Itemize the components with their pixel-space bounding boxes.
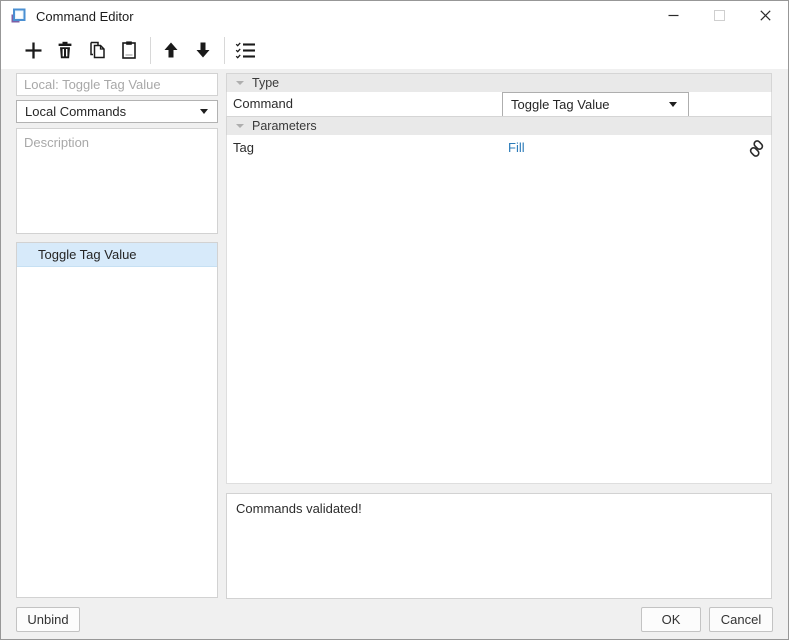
move-down-button[interactable] (190, 37, 216, 64)
paste-icon (119, 40, 139, 60)
move-up-button[interactable] (158, 37, 184, 64)
toolbar-separator (224, 37, 225, 64)
checklist-icon (235, 41, 256, 60)
arrow-up-icon (162, 41, 180, 59)
trash-icon (55, 40, 75, 60)
binding-path-field[interactable] (16, 73, 218, 96)
parameters-section-label: Parameters (252, 119, 317, 133)
command-type-dropdown[interactable]: Toggle Tag Value (502, 92, 689, 117)
list-item[interactable]: Toggle Tag Value (17, 243, 217, 267)
command-list: Toggle Tag Value (16, 242, 218, 598)
paste-command-button[interactable] (116, 37, 142, 64)
delete-command-button[interactable] (52, 37, 78, 64)
titlebar: Command Editor (1, 1, 788, 31)
tag-parameter-label: Tag (233, 140, 254, 155)
description-input[interactable] (16, 128, 218, 234)
command-source-value: Local Commands (25, 104, 126, 119)
validation-message-box: Commands validated! (226, 493, 772, 599)
collapse-triangle-icon (236, 124, 244, 128)
type-section-header[interactable]: Type (226, 73, 772, 93)
validation-message: Commands validated! (236, 501, 362, 516)
app-logo-icon (9, 7, 27, 25)
collapse-triangle-icon (236, 81, 244, 85)
copy-icon (87, 40, 107, 60)
plus-icon (23, 40, 44, 61)
chain-link-icon (747, 139, 766, 158)
tag-bind-button[interactable] (745, 137, 767, 159)
maximize-icon (714, 10, 725, 21)
add-command-button[interactable] (20, 37, 46, 64)
type-section-label: Type (252, 76, 279, 90)
arrow-down-icon (194, 41, 212, 59)
maximize-button (696, 1, 742, 30)
minimize-button[interactable] (650, 1, 696, 30)
chevron-down-icon (200, 109, 208, 114)
command-row: Command (226, 92, 772, 117)
toolbar (1, 31, 788, 69)
parameters-section-header[interactable]: Parameters (226, 116, 772, 136)
minimize-icon (668, 10, 679, 21)
window-title: Command Editor (36, 9, 134, 24)
command-type-value: Toggle Tag Value (511, 97, 610, 112)
close-icon (760, 10, 771, 21)
tag-parameter-value-link[interactable]: Fill (508, 140, 525, 155)
command-source-dropdown[interactable]: Local Commands (16, 100, 218, 123)
command-row-label: Command (233, 96, 293, 111)
command-editor-window: Command Editor (0, 0, 789, 640)
cancel-button[interactable]: Cancel (709, 607, 773, 632)
ok-button[interactable]: OK (641, 607, 701, 632)
close-button[interactable] (742, 1, 788, 30)
toolbar-separator (150, 37, 151, 64)
chevron-down-icon (669, 102, 677, 107)
parameters-body: Tag Fill (226, 135, 772, 484)
unbind-button[interactable]: Unbind (16, 607, 80, 632)
copy-command-button[interactable] (84, 37, 110, 64)
tag-parameter-row: Tag Fill (227, 135, 771, 162)
window-controls (650, 1, 788, 31)
validate-commands-button[interactable] (232, 37, 258, 64)
